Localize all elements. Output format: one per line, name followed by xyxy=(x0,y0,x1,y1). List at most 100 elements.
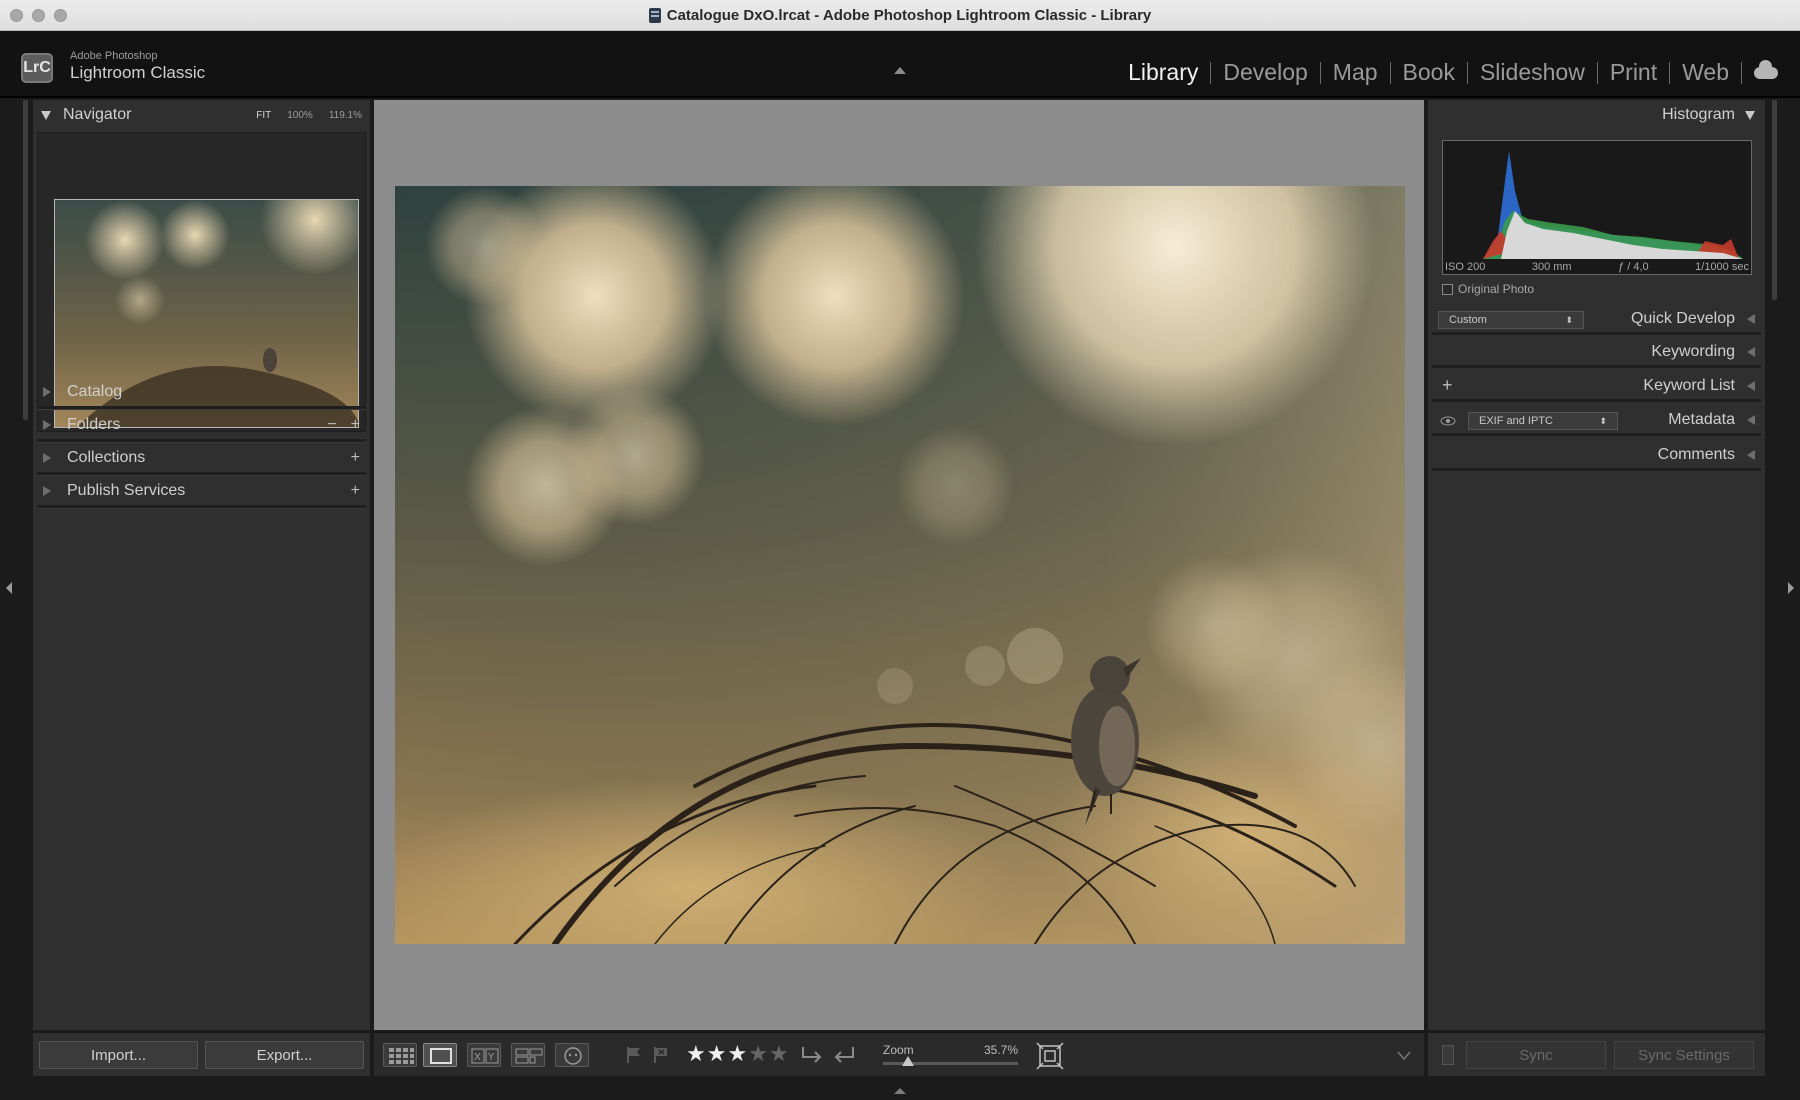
cloud-sync-icon[interactable] xyxy=(1754,59,1778,79)
catalog-section[interactable]: Catalog xyxy=(37,377,366,409)
survey-view-button[interactable] xyxy=(511,1043,545,1067)
left-scrollbar[interactable] xyxy=(23,100,28,420)
rotate-left-icon xyxy=(802,1047,822,1063)
shutter-speed-value: 1/1000 sec xyxy=(1695,261,1749,273)
module-slideshow[interactable]: Slideshow xyxy=(1468,59,1597,86)
rotate-right-button[interactable] xyxy=(831,1043,857,1063)
collapse-left-panel-icon[interactable] xyxy=(6,582,12,594)
flag-button[interactable] xyxy=(625,1045,643,1065)
module-library[interactable]: Library xyxy=(1116,59,1210,86)
zoom-window-button[interactable] xyxy=(54,9,67,22)
keyword-list-section[interactable]: + Keyword List xyxy=(1432,372,1761,402)
expand-filmstrip-icon[interactable] xyxy=(894,1088,906,1094)
module-book[interactable]: Book xyxy=(1391,59,1467,86)
sync-button[interactable]: Sync xyxy=(1466,1041,1606,1069)
export-button[interactable]: Export... xyxy=(205,1041,364,1069)
comments-section[interactable]: Comments xyxy=(1432,441,1761,471)
folders-title: Folders xyxy=(67,415,121,433)
collections-title: Collections xyxy=(67,448,146,466)
loupe-view-icon xyxy=(430,1048,452,1064)
zoom-100-option[interactable]: 100% xyxy=(287,110,313,121)
minimize-window-button[interactable] xyxy=(32,9,45,22)
rotate-left-button[interactable] xyxy=(799,1043,825,1063)
navigator-header[interactable]: Navigator FIT 100% 119.1% xyxy=(33,100,370,130)
collapse-top-panel-icon[interactable] xyxy=(894,67,906,74)
module-map[interactable]: Map xyxy=(1321,59,1390,86)
auto-sync-switch[interactable] xyxy=(1442,1045,1454,1065)
svg-text:Y: Y xyxy=(487,1052,495,1063)
metadata-preset-dropdown[interactable]: EXIF and IPTC ⬍ xyxy=(1468,412,1618,430)
rating-star[interactable]: ★ xyxy=(686,1041,707,1066)
rating-star[interactable]: ★ xyxy=(727,1041,748,1066)
rating-star[interactable]: ★ xyxy=(748,1041,769,1066)
loupe-view[interactable] xyxy=(374,100,1424,1030)
zoom-slider-handle[interactable] xyxy=(902,1056,914,1066)
collapsed-triangle-icon xyxy=(1747,449,1755,460)
histogram-header[interactable]: Histogram xyxy=(1428,100,1765,130)
import-button[interactable]: Import... xyxy=(39,1041,198,1069)
original-photo-checkbox[interactable] xyxy=(1442,283,1453,295)
left-panel-footer: Import... Export... xyxy=(33,1032,370,1076)
zoom-custom-option[interactable]: 119.1% xyxy=(329,110,362,121)
window-titlebar: Catalogue DxO.lrcat - Adobe Photoshop Li… xyxy=(0,0,1800,31)
iso-value: ISO 200 xyxy=(1445,261,1486,273)
crop-frame-icon xyxy=(1036,1042,1064,1070)
rating-star[interactable]: ★ xyxy=(769,1041,790,1066)
publish-services-section[interactable]: Publish Services + xyxy=(37,476,366,508)
loupe-view-button[interactable] xyxy=(423,1043,457,1067)
quick-develop-title: Quick Develop xyxy=(1630,309,1735,327)
people-view-icon xyxy=(564,1047,582,1065)
main-photo[interactable] xyxy=(395,186,1405,944)
module-print[interactable]: Print xyxy=(1598,59,1669,86)
add-publish-service-icon[interactable]: + xyxy=(351,482,360,500)
module-web[interactable]: Web xyxy=(1670,59,1741,86)
keywording-section[interactable]: Keywording xyxy=(1432,338,1761,368)
reject-flag-button[interactable] xyxy=(652,1045,670,1065)
compare-view-button[interactable]: XY xyxy=(467,1043,501,1067)
rating-star[interactable]: ★ xyxy=(707,1041,728,1066)
close-window-button[interactable] xyxy=(10,9,23,22)
histogram[interactable]: ISO 200 300 mm ƒ / 4,0 1/1000 sec xyxy=(1442,140,1752,275)
saved-preset-dropdown[interactable]: Custom ⬍ xyxy=(1438,311,1584,329)
zoom-value: 35.7% xyxy=(984,1043,1019,1057)
right-panel: Histogram ISO 200 300 mm ƒ / 4,0 1/1000 … xyxy=(1428,100,1765,1030)
dropdown-arrow-icon: ⬍ xyxy=(1599,415,1607,426)
add-keyword-icon[interactable]: + xyxy=(1442,375,1453,396)
lightroom-logo: LrC xyxy=(21,53,53,83)
collapsed-triangle-icon xyxy=(1747,414,1755,425)
module-develop[interactable]: Develop xyxy=(1211,59,1319,86)
catalog-file-icon xyxy=(648,7,661,23)
star-rating[interactable]: ★★★★★ xyxy=(686,1041,790,1067)
add-folder-icon[interactable]: + xyxy=(351,416,360,434)
crop-frame-button[interactable] xyxy=(1036,1042,1064,1070)
brand-product: Lightroom Classic xyxy=(70,63,206,82)
keyword-list-title: Keyword List xyxy=(1643,376,1735,394)
module-header: LrC Adobe Photoshop Lightroom Classic Li… xyxy=(0,31,1800,98)
rotate-right-icon xyxy=(834,1047,854,1063)
right-panel-footer: Sync Sync Settings xyxy=(1428,1032,1765,1076)
sync-settings-button[interactable]: Sync Settings xyxy=(1614,1041,1754,1069)
grid-view-button[interactable] xyxy=(383,1043,417,1067)
survey-view-icon xyxy=(515,1048,543,1064)
left-panel: Navigator FIT 100% 119.1% Catalog Folder… xyxy=(33,100,370,1030)
toolbar-options-button[interactable] xyxy=(1396,1049,1412,1069)
right-scrollbar[interactable] xyxy=(1772,100,1777,300)
remove-folder-icon[interactable]: − xyxy=(327,416,336,434)
collapse-right-panel-icon[interactable] xyxy=(1788,582,1794,594)
compare-view-icon: XY xyxy=(471,1048,499,1064)
eye-icon[interactable] xyxy=(1440,416,1456,426)
zoom-fit-option[interactable]: FIT xyxy=(256,110,271,121)
folders-section[interactable]: Folders − + xyxy=(37,410,366,442)
window-controls[interactable] xyxy=(10,9,67,22)
add-collection-icon[interactable]: + xyxy=(351,449,360,467)
collapsed-triangle-icon xyxy=(43,386,51,397)
collections-section[interactable]: Collections + xyxy=(37,443,366,475)
original-photo-toggle[interactable]: Original Photo xyxy=(1442,282,1534,296)
metadata-title: Metadata xyxy=(1668,410,1735,428)
collapsed-triangle-icon xyxy=(43,485,51,496)
grid-view-icon xyxy=(389,1048,414,1064)
people-view-button[interactable] xyxy=(555,1043,589,1067)
histogram-title: Histogram xyxy=(1662,106,1735,123)
dropdown-arrow-icon: ⬍ xyxy=(1565,314,1573,325)
module-picker: Library Develop Map Book Slideshow Print… xyxy=(1116,59,1778,86)
